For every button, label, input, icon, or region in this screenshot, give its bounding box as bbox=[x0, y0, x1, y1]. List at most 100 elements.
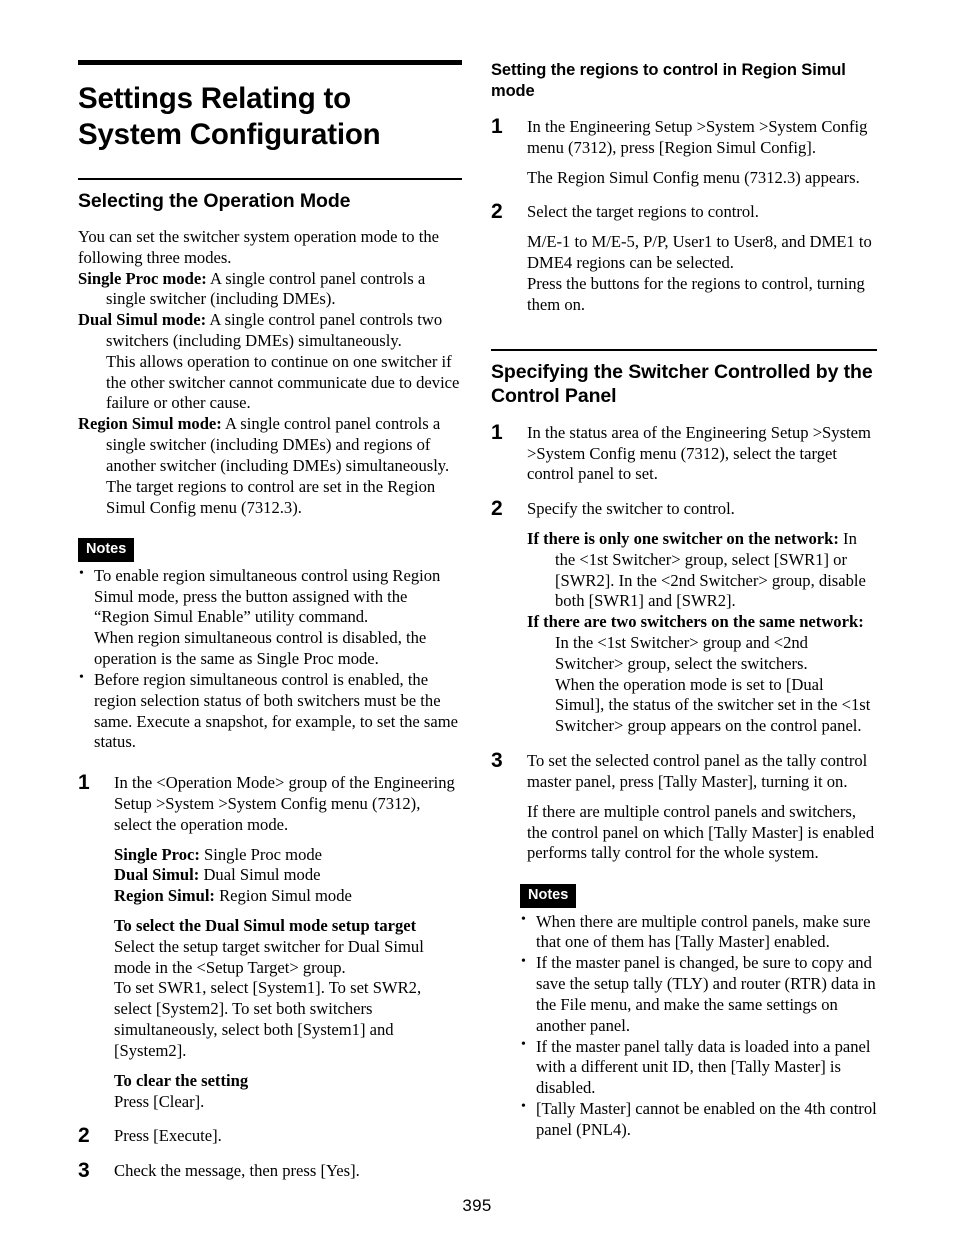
step-number: 3 bbox=[78, 1159, 90, 1183]
list-item: If the master panel is changed, be sure … bbox=[520, 953, 877, 1036]
step-text: Specify the switcher to control. bbox=[527, 499, 735, 519]
definition-value: Region Simul mode bbox=[214, 886, 352, 906]
case-term: If there is only one switcher on the net… bbox=[527, 528, 839, 548]
step-number: 3 bbox=[491, 749, 503, 773]
notes-list: When there are multiple control panels, … bbox=[520, 911, 877, 1141]
mode-definition-dual-simul: Dual Simul mode: A single control panel … bbox=[78, 310, 462, 352]
step-2-region-simul: 2 Select the target regions to control. … bbox=[491, 200, 877, 315]
definition-term: Single Proc: bbox=[114, 844, 200, 864]
step-result: M/E-1 to M/E-5, P/P, User1 to User8, and… bbox=[527, 232, 872, 314]
case-two-switchers: If there are two switchers on the same n… bbox=[527, 612, 877, 674]
sub-heading-dual-simul-target: To select the Dual Simul mode setup targ… bbox=[114, 916, 462, 937]
step-3-specifying: 3 To set the selected control panel as t… bbox=[491, 749, 877, 864]
step-number: 2 bbox=[78, 1124, 90, 1148]
right-column: Setting the regions to control in Region… bbox=[491, 60, 877, 1141]
mode-definition-single-proc: Single Proc mode: A single control panel… bbox=[78, 269, 462, 311]
step-text: In the status area of the Engineering Se… bbox=[527, 422, 871, 484]
mode-term: Region Simul mode: bbox=[78, 414, 222, 434]
section-heading-specifying-switcher: Specifying the Switcher Controlled by th… bbox=[491, 360, 873, 408]
notes-block-right: Notes When there are multiple control pa… bbox=[491, 884, 877, 1140]
step-1-specifying: 1 In the status area of the Engineering … bbox=[491, 420, 877, 485]
page-title: Settings Relating to System Configuratio… bbox=[78, 82, 381, 151]
mode-definition-region-simul: Region Simul mode: A single control pane… bbox=[78, 414, 462, 476]
section-heading-operation-mode: Selecting the Operation Mode bbox=[78, 189, 351, 212]
step-definition-region-simul: Region Simul: Region Simul mode bbox=[114, 886, 462, 907]
step-text: In the Engineering Setup >System >System… bbox=[527, 116, 868, 157]
definition-term: Dual Simul: bbox=[114, 865, 200, 885]
step-2-left: 2 Press [Execute]. bbox=[78, 1124, 462, 1148]
document-page: Settings Relating to System Configuratio… bbox=[0, 0, 954, 1244]
definition-term: Region Simul: bbox=[114, 886, 215, 906]
step-number: 1 bbox=[78, 771, 90, 795]
notes-block-left: Notes To enable region simultaneous cont… bbox=[78, 538, 462, 753]
step-definition-dual-simul: Dual Simul: Dual Simul mode bbox=[114, 865, 462, 886]
list-item: If the master panel tally data is loaded… bbox=[520, 1036, 877, 1099]
step-2-specifying: 2 Specify the switcher to control. If th… bbox=[491, 497, 877, 737]
mode-term: Dual Simul mode: bbox=[78, 310, 207, 330]
step-1-region-simul: 1 In the Engineering Setup >System >Syst… bbox=[491, 114, 877, 188]
left-column: Settings Relating to System Configuratio… bbox=[78, 60, 462, 1182]
mode-description-continued: The target regions to control are set in… bbox=[106, 476, 436, 517]
case-term: If there are two switchers on the same n… bbox=[527, 612, 864, 632]
step-number: 2 bbox=[491, 497, 503, 521]
section-heading-rule bbox=[78, 177, 462, 180]
case-one-switcher: If there is only one switcher on the net… bbox=[527, 529, 877, 612]
sub-heading-text: To clear the setting bbox=[114, 1070, 249, 1090]
step-1-left: 1 In the <Operation Mode> group of the E… bbox=[78, 771, 462, 1112]
step-text: To set the selected control panel as the… bbox=[527, 751, 868, 791]
step-text: Press [Execute]. bbox=[114, 1126, 222, 1146]
mode-description-continued: This allows operation to continue on one… bbox=[106, 351, 460, 413]
step-result: The Region Simul Config menu (7312.3) ap… bbox=[527, 167, 860, 187]
list-item: [Tally Master] cannot be enabled on the … bbox=[520, 1098, 877, 1141]
step-number: 1 bbox=[491, 114, 503, 138]
notes-badge: Notes bbox=[520, 884, 577, 908]
definition-value: Single Proc mode bbox=[199, 844, 323, 864]
step-result: If there are multiple control panels and… bbox=[527, 801, 875, 863]
definition-value: Dual Simul mode bbox=[199, 865, 321, 885]
section-heading-rule bbox=[491, 349, 877, 351]
step-number: 2 bbox=[491, 200, 503, 224]
notes-list: To enable region simultaneous control us… bbox=[78, 565, 462, 753]
step-number: 1 bbox=[491, 420, 503, 444]
sub-body-dual-simul-target: Select the setup target switcher for Dua… bbox=[114, 936, 424, 1060]
subsection-heading-region-simul: Setting the regions to control in Region… bbox=[491, 61, 846, 101]
notes-badge: Notes bbox=[78, 538, 135, 562]
list-item: When there are multiple control panels, … bbox=[520, 911, 877, 954]
step-3-left: 3 Check the message, then press [Yes]. bbox=[78, 1159, 462, 1183]
mode-term: Single Proc mode: bbox=[78, 268, 207, 288]
step-definition-single-proc: Single Proc: Single Proc mode bbox=[114, 845, 462, 866]
list-item: Before region simultaneous control is en… bbox=[78, 669, 462, 753]
step-text: In the <Operation Mode> group of the Eng… bbox=[114, 773, 455, 834]
step-text: Check the message, then press [Yes]. bbox=[114, 1161, 360, 1181]
step-text: Select the target regions to control. bbox=[527, 202, 759, 222]
intro-paragraph: You can set the switcher system operatio… bbox=[78, 226, 440, 267]
sub-heading-text: To select the Dual Simul mode setup targ… bbox=[114, 916, 417, 935]
title-top-rule bbox=[78, 60, 462, 65]
sub-body-clear-setting: Press [Clear]. bbox=[114, 1091, 205, 1111]
case-value-continued: When the operation mode is set to [Dual … bbox=[555, 674, 871, 736]
case-value: In the <1st Switcher> group and <2nd Swi… bbox=[555, 633, 808, 673]
list-item: To enable region simultaneous control us… bbox=[78, 565, 462, 670]
sub-heading-clear-setting: To clear the setting bbox=[114, 1071, 462, 1092]
